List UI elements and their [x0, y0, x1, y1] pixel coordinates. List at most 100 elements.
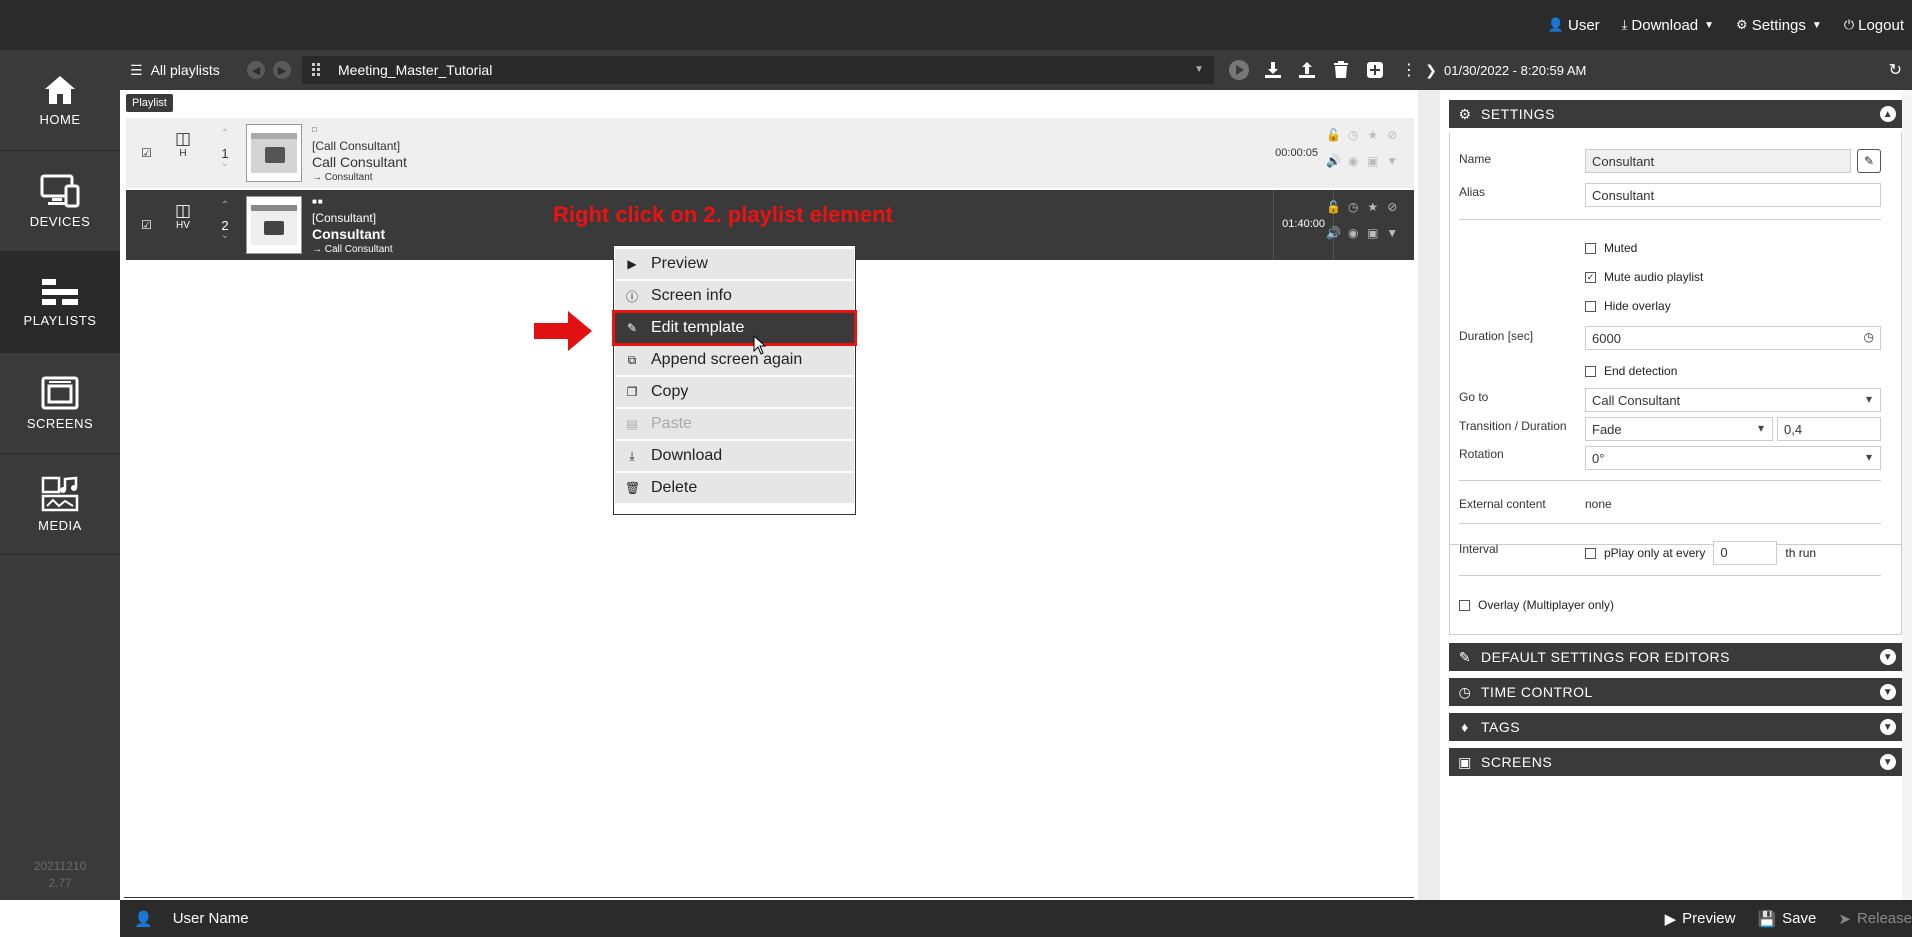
delete-button[interactable] — [1330, 59, 1352, 81]
add-button[interactable] — [1364, 59, 1386, 81]
section-time-control[interactable]: ◷ TIME CONTROL ▼ — [1449, 678, 1902, 706]
save-button[interactable]: 💾 Save — [1757, 910, 1816, 928]
release-icon: ➤ — [1838, 910, 1851, 928]
release-button[interactable]: ➤ Release — [1838, 910, 1912, 928]
overlay-checkbox[interactable]: Overlay (Multiplayer only) — [1459, 598, 1614, 612]
checkbox-box[interactable] — [1585, 365, 1596, 377]
chevron-up-icon[interactable]: ⌃ — [212, 126, 238, 142]
download-menu[interactable]: ⤓ Download ▼ — [1622, 17, 1714, 34]
top-bar: 👤 User ⤓ Download ▼ ⚙ Settings ▼ ⏻ Logou… — [0, 0, 1912, 50]
row-name: Consultant — [312, 226, 386, 242]
counter-icon[interactable]: ◉ — [1344, 226, 1364, 240]
section-screens[interactable]: ▣ SCREENS ▼ — [1449, 748, 1902, 776]
clock-icon[interactable]: ◷ — [1344, 128, 1364, 142]
playlist-row[interactable]: ☑ ◫ H ⌃ ⌄ 1 □ [Call Consultant] Call Cons… — [126, 118, 1414, 188]
menu-item-copy[interactable]: ❐ Copy — [615, 377, 854, 407]
end-detection-checkbox[interactable]: End detection — [1585, 364, 1677, 378]
clock-icon[interactable]: ◷ — [1344, 200, 1364, 214]
counter-icon[interactable]: ◉ — [1344, 154, 1364, 168]
external-content-label: External content — [1459, 497, 1546, 511]
menu-item-append-screen[interactable]: ⧉ Append screen again — [615, 345, 854, 375]
playlist-select[interactable]: Meeting_Master_Tutorial ▼ — [302, 56, 1214, 84]
panel-splitter[interactable] — [1418, 50, 1440, 900]
star-icon[interactable]: ★ — [1363, 128, 1383, 142]
star-icon[interactable]: ★ — [1363, 200, 1383, 214]
all-playlists-button[interactable]: ☰ All playlists — [130, 50, 220, 90]
checkbox-box[interactable] — [1585, 300, 1596, 312]
section-default-settings[interactable]: ✎ DEFAULT SETTINGS FOR EDITORS ▼ — [1449, 643, 1902, 671]
nav-home[interactable]: HOME — [0, 50, 120, 151]
refresh-icon[interactable]: ↻ — [1889, 60, 1902, 80]
chevron-right-icon[interactable]: ❯ — [1418, 62, 1444, 79]
chevron-up-icon[interactable]: ⌃ — [212, 198, 238, 214]
mute-audio-checkbox[interactable]: ✓ Mute audio playlist — [1585, 270, 1703, 284]
grid-icon — [312, 63, 320, 76]
ban-icon[interactable]: ⊘ — [1383, 200, 1403, 214]
lock-icon[interactable]: 🔓 — [1324, 128, 1344, 142]
duration-field[interactable]: 6000 ◷ — [1585, 326, 1881, 350]
duration-label: Duration [sec] — [1459, 329, 1534, 343]
nav-devices[interactable]: DEVICES — [0, 151, 120, 252]
ban-icon[interactable]: ⊘ — [1383, 128, 1403, 142]
section-tags[interactable]: ♦ TAGS ▼ — [1449, 713, 1902, 741]
overlay-icon[interactable]: ▣ — [1363, 226, 1383, 240]
menu-item-screen-info[interactable]: ⓘ Screen info — [615, 281, 854, 311]
volume-icon[interactable]: 🔊 — [1324, 154, 1344, 168]
logout-button[interactable]: ⏻ Logout — [1844, 17, 1904, 34]
row-checkbox[interactable]: ☑ — [140, 218, 153, 232]
user-menu[interactable]: 👤 User — [1548, 17, 1600, 34]
menu-item-download[interactable]: ⤓ Download — [615, 441, 854, 471]
scrollbar[interactable] — [1902, 90, 1912, 900]
nav-media[interactable]: MEDIA — [0, 454, 120, 555]
html5-icon: ◫ — [174, 201, 192, 220]
interval-checkbox[interactable]: pPlay only at every 0 th run — [1585, 541, 1816, 565]
hide-overlay-checkbox[interactable]: Hide overlay — [1585, 299, 1671, 313]
alias-field[interactable]: Consultant — [1585, 183, 1881, 207]
upload-button[interactable] — [1296, 59, 1318, 81]
checkbox-box[interactable] — [1459, 599, 1470, 611]
settings-menu[interactable]: ⚙ Settings ▼ — [1736, 17, 1822, 34]
interval-area: Interval pPlay only at every 0 th run Ov… — [1449, 541, 1902, 635]
section-title: SCREENS — [1481, 754, 1553, 770]
rotation-select[interactable]: 0° — [1585, 446, 1881, 470]
next-arrow-icon[interactable]: ▶ — [273, 61, 291, 79]
interval-field[interactable]: 0 — [1713, 541, 1778, 565]
edit-icon: ✎ — [626, 321, 638, 335]
menu-item-edit-template[interactable]: ✎ Edit template — [612, 310, 857, 346]
screens-icon: ▣ — [1458, 753, 1472, 770]
row-checkbox[interactable]: ☑ — [140, 146, 153, 160]
checkbox-box[interactable] — [1585, 242, 1596, 254]
more-options-button[interactable]: ⋮ — [1398, 59, 1420, 81]
download-button[interactable] — [1262, 59, 1284, 81]
user-icon: 👤 — [1547, 17, 1564, 32]
settings-body: Name Consultant ✎ Alias Consultant Muted… — [1449, 133, 1902, 545]
row-thumbnail — [246, 124, 302, 182]
upload-icon — [1299, 62, 1315, 78]
menu-item-label: Paste — [651, 415, 692, 432]
menu-item-preview[interactable]: ▶ Preview — [615, 249, 854, 279]
volume-icon[interactable]: 🔊 — [1324, 226, 1344, 240]
checkbox-box[interactable] — [1585, 547, 1596, 559]
nav-playlists[interactable]: PLAYLISTS — [0, 252, 120, 353]
nav-screens[interactable]: SCREENS — [0, 353, 120, 454]
toolbar-icons: ⋮ — [1228, 50, 1420, 90]
muted-checkbox[interactable]: Muted — [1585, 241, 1637, 255]
checkbox-box-checked[interactable]: ✓ — [1585, 271, 1596, 283]
edit-name-button[interactable]: ✎ — [1857, 149, 1881, 173]
name-field[interactable]: Consultant — [1585, 149, 1851, 173]
previous-arrow-icon[interactable]: ◀ — [247, 61, 265, 79]
filter-icon[interactable]: ▼ — [1383, 226, 1403, 240]
goto-select[interactable]: Call Consultant — [1585, 388, 1881, 412]
transition-duration-field[interactable]: 0,4 — [1777, 417, 1881, 441]
transition-select[interactable]: Fade — [1585, 417, 1773, 441]
menu-item-delete[interactable]: 🗑 Delete — [615, 473, 854, 503]
overlay-icon[interactable]: ▣ — [1363, 154, 1383, 168]
top-nav: 👤 User ⤓ Download ▼ ⚙ Settings ▼ ⏻ Logou… — [1548, 0, 1912, 50]
settings-section-header[interactable]: ⚙ SETTINGS ▲ — [1449, 100, 1902, 128]
section-title: DEFAULT SETTINGS FOR EDITORS — [1481, 649, 1730, 665]
lock-icon[interactable]: 🔓 — [1324, 200, 1344, 214]
preview-button[interactable]: ▶ Preview — [1665, 910, 1736, 928]
filter-icon[interactable]: ▼ — [1383, 154, 1403, 168]
play-button[interactable] — [1228, 59, 1250, 81]
menu-item-label: Preview — [651, 255, 708, 272]
